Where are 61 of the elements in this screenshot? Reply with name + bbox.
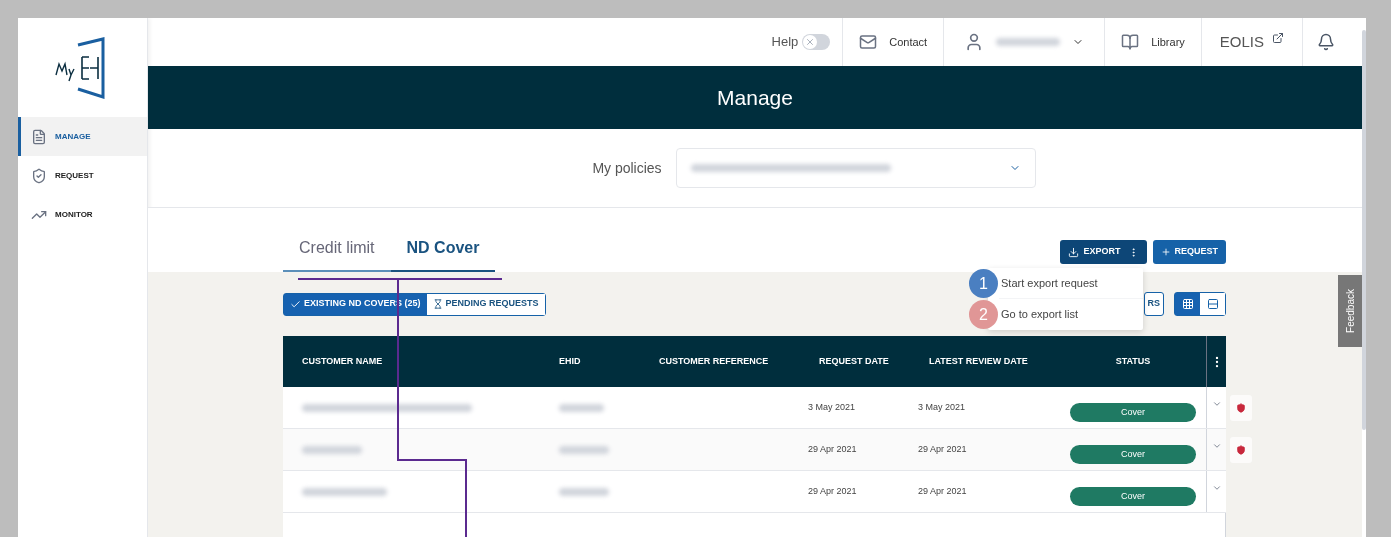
sidebar-item[interactable]: REQUEST [18,156,147,195]
menu-item[interactable]: Go to export list [999,299,1143,330]
x-icon [805,37,816,47]
grid-view-toggle[interactable] [1175,293,1200,315]
table-cell: 29 Apr 2021 [918,443,967,454]
tab[interactable]: Credit limit [283,236,391,272]
column-header: CUSTOMER NAME [302,354,383,368]
menu-item[interactable]: Start export request [999,268,1143,299]
plus-icon [1161,247,1172,257]
hourglass-icon [432,299,443,309]
redacted-text [559,403,604,412]
table-cell: 3 May 2021 [808,401,856,412]
feedback-tab[interactable]: Feedback [1338,275,1362,347]
help-toggle[interactable] [802,34,831,50]
library-link[interactable]: Library [1151,33,1185,51]
policy-select[interactable] [675,148,1036,188]
list-icon [1206,298,1219,310]
redacted-text [302,445,362,454]
column-header: STATUS [1115,354,1151,368]
status-badge: Cover [1070,403,1196,422]
column-header: CUSTOMER REFERENCE [659,354,769,368]
filter-toggle[interactable]: PENDING REQUESTS [426,293,545,315]
sidebar-item[interactable]: MANAGE [18,117,147,156]
table-cell: 29 Apr 2021 [808,485,857,496]
request-button[interactable]: REQUEST [1153,240,1226,264]
page-title: Manage [717,84,793,111]
check-icon [290,298,301,310]
download-icon [1068,246,1080,258]
table-cell: 29 Apr 2021 [918,485,967,496]
help-label: Help [771,33,799,52]
redacted-text [559,487,609,496]
eolis-link[interactable]: EOLIS [1219,30,1264,54]
document-icon [31,128,47,145]
shield-icon [1230,395,1252,421]
contact-link[interactable]: Contact [889,33,928,51]
export-button[interactable]: EXPORT [1060,240,1148,264]
sidebar-item[interactable]: MONITOR [18,195,147,234]
chevron-down-icon[interactable] [1211,483,1222,493]
table-cell: 3 May 2021 [918,401,966,412]
mail-icon [859,33,878,51]
redacted-text [996,38,1061,46]
column-header: REQUEST DATE [819,354,889,368]
shield-icon [1230,437,1252,463]
column-header: LATEST REVIEW DATE [929,354,1028,368]
book-icon [1121,33,1140,51]
status-badge: Cover [1070,445,1196,464]
table-cell: 29 Apr 2021 [808,443,857,454]
tab[interactable]: ND Cover [390,236,496,272]
external-link-icon [1272,32,1284,44]
policies-label: My policies [592,158,662,178]
grid-icon [1181,298,1194,310]
status-badge: Cover [1070,487,1196,506]
shield-icon [31,167,47,184]
column-header: EHID [559,354,581,368]
redacted-text [559,445,609,454]
filters-button[interactable]: RS [1144,292,1164,316]
chevron-down-icon[interactable] [1211,399,1222,409]
bell-icon[interactable] [1317,33,1335,51]
list-view-toggle[interactable] [1200,293,1225,315]
scrollbar[interactable] [1362,30,1366,430]
chevron-down-icon[interactable] [1211,441,1222,451]
